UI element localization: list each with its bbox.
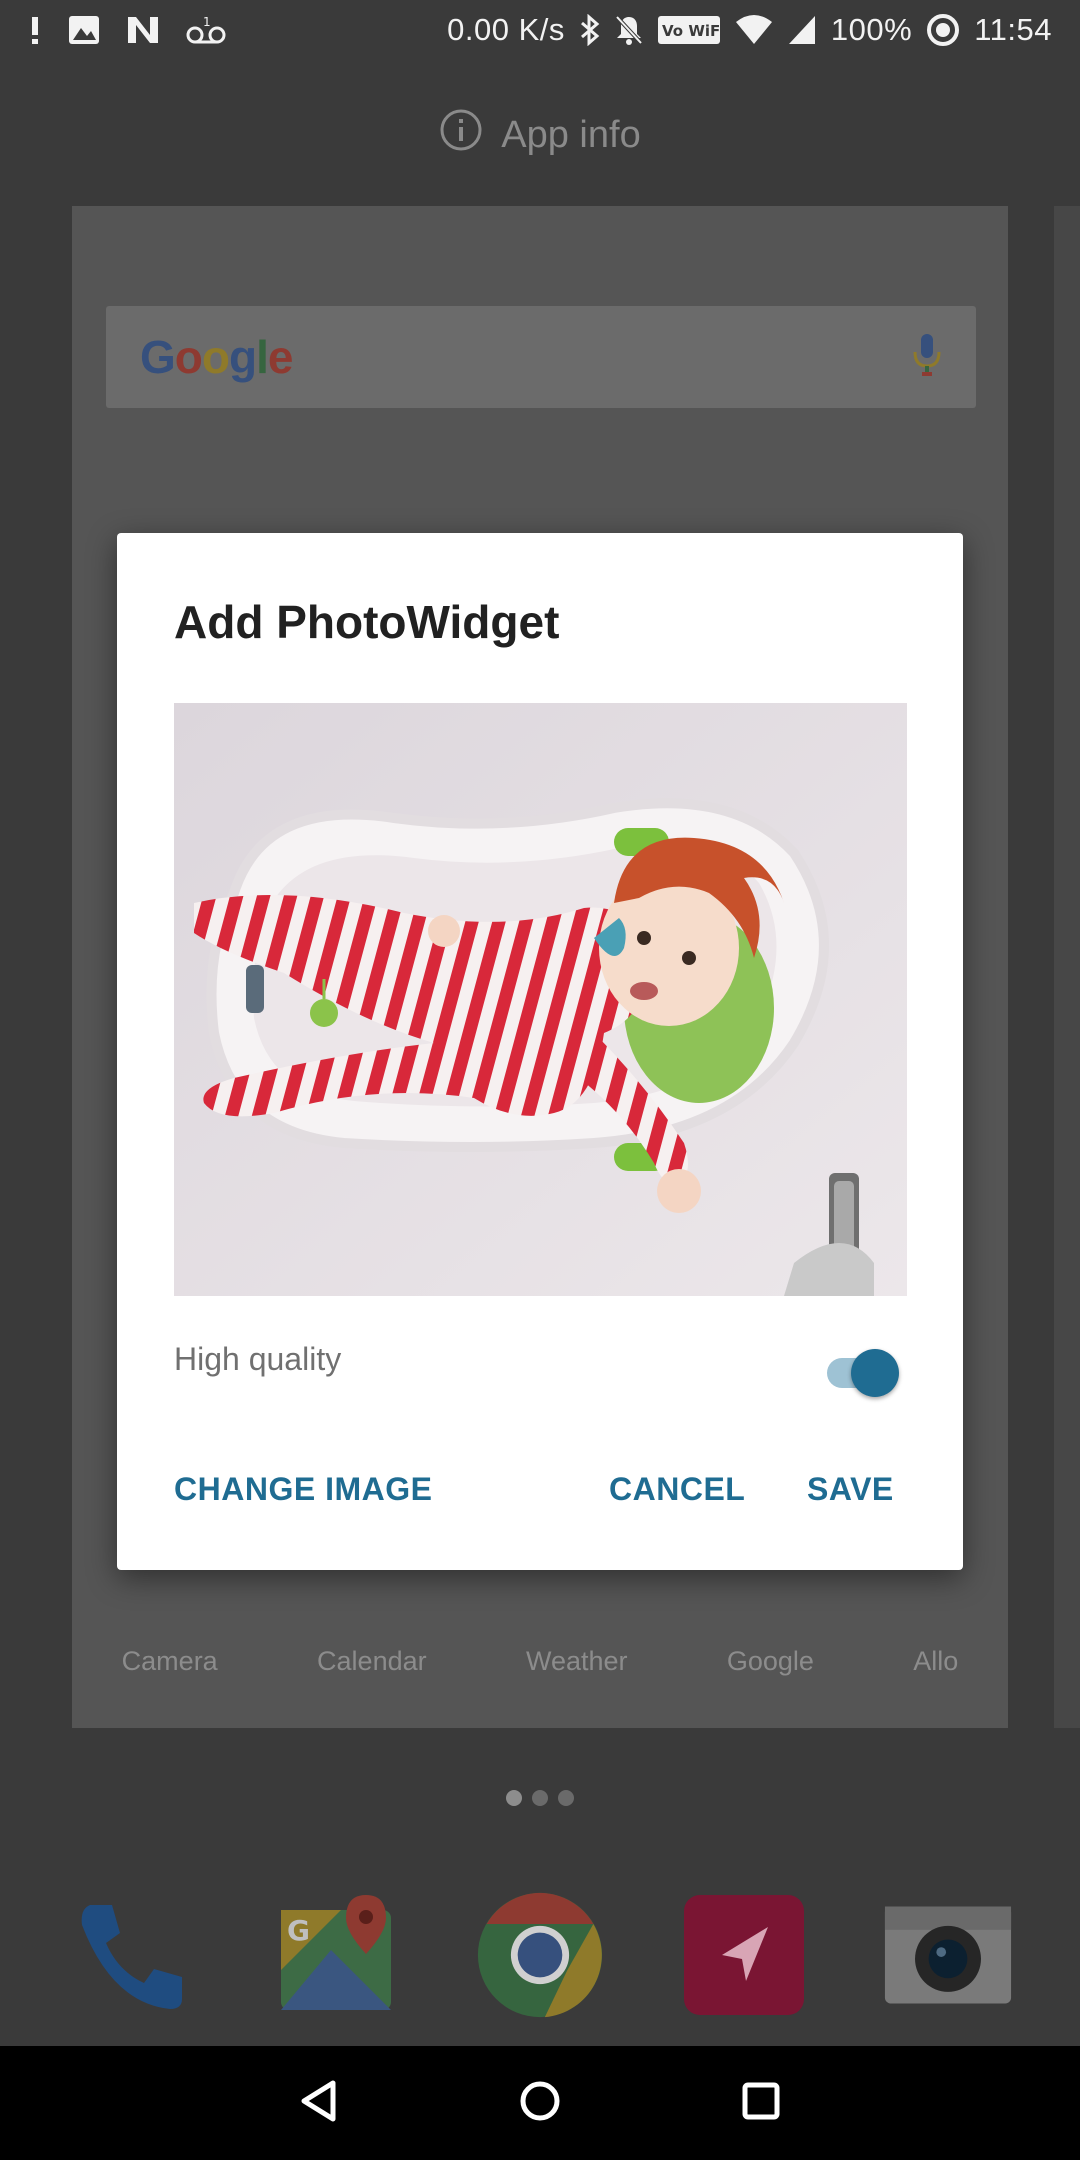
page-indicator xyxy=(0,1790,1080,1806)
bluetooth-icon xyxy=(579,14,601,46)
alert-icon xyxy=(28,15,42,45)
app-info-label: App info xyxy=(501,113,641,156)
save-button[interactable]: SAVE xyxy=(807,1471,894,1508)
voicemail-icon: 1 xyxy=(186,15,226,45)
google-logo: Google xyxy=(140,331,293,383)
add-photowidget-dialog: Add PhotoWidget High quality CHANGE IMAG… xyxy=(117,533,963,1570)
network-speed: 0.00 K/s xyxy=(447,12,565,47)
maps-icon[interactable]: G xyxy=(271,1890,401,2020)
wifi-icon xyxy=(735,14,773,46)
next-recents-card-edge[interactable] xyxy=(1054,206,1080,1728)
dock: G xyxy=(0,1870,1080,2040)
home-icon[interactable] xyxy=(519,2080,561,2127)
google-search-bar[interactable]: Google xyxy=(106,306,976,408)
status-bar: 1 0.00 K/s Vo WiFi 100% 11:54 xyxy=(0,0,1080,60)
cancel-button[interactable]: CANCEL xyxy=(609,1471,745,1508)
photo-preview xyxy=(174,703,907,1296)
mic-icon[interactable] xyxy=(912,332,942,383)
page-dot xyxy=(558,1790,574,1806)
signal-icon xyxy=(787,14,817,46)
app-label-calendar: Calendar xyxy=(317,1646,427,1676)
card-app-labels: Camera Calendar Weather Google Allo xyxy=(72,1646,1008,1706)
app-label-weather: Weather xyxy=(525,1646,628,1676)
camera-app-icon[interactable] xyxy=(883,1890,1013,2020)
change-image-button[interactable]: CHANGE IMAGE xyxy=(174,1471,432,1508)
info-icon xyxy=(439,108,483,162)
app-info-header[interactable]: App info xyxy=(0,100,1080,170)
phone-icon[interactable] xyxy=(67,1890,197,2020)
chrome-icon[interactable] xyxy=(475,1890,605,2020)
back-icon[interactable] xyxy=(299,2079,339,2128)
vowifi-icon: Vo WiFi xyxy=(657,14,721,46)
navigation-bar xyxy=(0,2046,1080,2160)
clock: 11:54 xyxy=(974,12,1052,47)
toggle-thumb xyxy=(851,1349,899,1397)
n-icon xyxy=(126,15,160,45)
app-label-allo: Allo xyxy=(913,1646,959,1676)
vowifi-label: Vo WiFi xyxy=(662,22,721,40)
battery-percent: 100% xyxy=(830,12,913,47)
high-quality-toggle[interactable] xyxy=(821,1343,905,1401)
send-icon[interactable] xyxy=(679,1890,809,2020)
high-quality-label: High quality xyxy=(174,1341,342,1377)
svg-text:G: G xyxy=(287,1914,310,1947)
svg-text:1: 1 xyxy=(203,15,211,29)
dialog-title: Add PhotoWidget xyxy=(174,596,560,648)
image-icon xyxy=(68,15,100,45)
page-dot xyxy=(532,1790,548,1806)
page-dot xyxy=(506,1790,522,1806)
battery-icon xyxy=(926,13,960,47)
app-label-camera: Camera xyxy=(121,1646,218,1676)
mute-icon xyxy=(615,14,643,46)
recents-icon[interactable] xyxy=(741,2081,781,2126)
app-label-google: Google xyxy=(726,1646,814,1676)
